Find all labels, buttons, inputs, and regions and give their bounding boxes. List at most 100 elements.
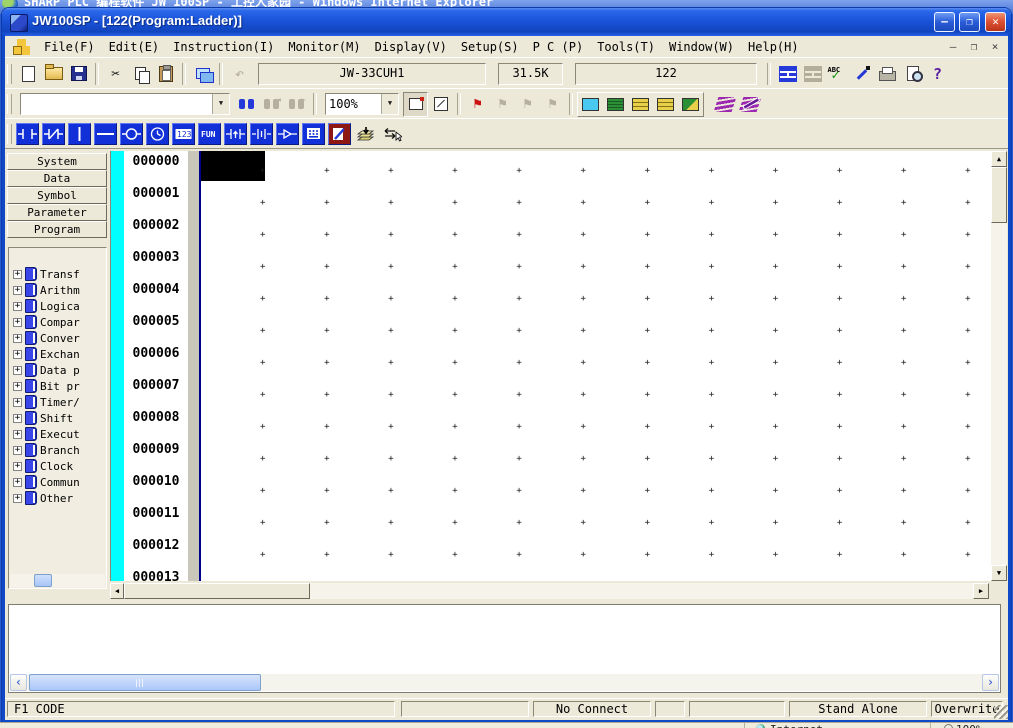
tree-item-transfer[interactable]: +Transf [13,266,107,282]
find-button[interactable] [234,92,259,117]
tree-expand-icon[interactable]: + [13,494,22,503]
layers-edit-button[interactable] [737,92,762,117]
double-edge-contact-button[interactable] [250,123,273,145]
tree-item-timer-counter[interactable]: +Timer/ [13,394,107,410]
option-tool-button[interactable] [850,61,875,86]
tree-expand-icon[interactable]: + [13,382,22,391]
menu-monitor[interactable]: Monitor(M) [281,38,367,56]
coil-button[interactable] [120,123,143,145]
new-button[interactable] [16,61,41,86]
scroll-right-button[interactable]: ▶ [973,583,989,599]
tree-expand-icon[interactable]: + [13,334,22,343]
tree-expand-icon[interactable]: + [13,414,22,423]
monitor-view3-button[interactable] [630,95,651,114]
tree-item-logical[interactable]: +Logica [13,298,107,314]
menu-file[interactable]: File(F) [37,38,102,56]
tree-horizontal-scrollbar[interactable] [10,574,105,587]
tree-item-exchange[interactable]: +Exchan [13,346,107,362]
sidebar-button-data[interactable]: Data [7,170,107,187]
print-button[interactable] [875,61,900,86]
output-horizontal-scrollbar[interactable]: ‹ › [10,674,999,691]
horizontal-scrollbar-thumb[interactable] [124,583,310,599]
menu-edit[interactable]: Edit(E) [102,38,167,56]
timer-button[interactable] [146,123,169,145]
tree-item-convert[interactable]: +Conver [13,330,107,346]
sidebar-button-parameter[interactable]: Parameter [7,204,107,221]
output-scroll-right-button[interactable]: › [982,674,999,691]
menu-tools[interactable]: Tools(T) [590,38,662,56]
tree-expand-icon[interactable]: + [13,302,22,311]
copy-button[interactable] [128,61,153,86]
set-bookmark-button[interactable]: ⚑ [465,92,490,117]
edit-cursor[interactable] [201,151,265,181]
paste-button[interactable] [153,61,178,86]
branch-arrow-button[interactable] [276,123,299,145]
close-button[interactable]: ✕ [985,12,1006,32]
tree-expand-icon[interactable]: + [13,270,22,279]
vertical-scrollbar-thumb[interactable] [991,167,1007,223]
zoom-combobox[interactable]: ▼ [325,93,399,115]
contact-closed-button[interactable] [42,123,65,145]
save-button[interactable] [66,61,91,86]
tree-item-data-process[interactable]: +Data p [13,362,107,378]
stack-download-button[interactable] [354,123,377,145]
tree-item-branch[interactable]: +Branch [13,442,107,458]
monitor-view5-button[interactable] [680,95,701,114]
search-combobox[interactable]: ▼ [20,93,230,115]
tree-item-communication[interactable]: +Commun [13,474,107,490]
fit-window-button[interactable] [403,92,428,117]
expand-view-button[interactable] [428,92,453,117]
tree-item-clock[interactable]: +Clock [13,458,107,474]
copy-window-button[interactable] [190,61,215,86]
scroll-down-button[interactable]: ▼ [991,565,1007,581]
scroll-left-button[interactable]: ◀ [110,583,124,599]
undo-button[interactable]: ↶ [227,61,252,86]
search-dropdown-button[interactable]: ▼ [212,94,229,114]
tree-item-arithmetic[interactable]: +Arithm [13,282,107,298]
tree-expand-icon[interactable]: + [13,398,22,407]
edit-mode-button[interactable] [328,123,351,145]
menu-instruction[interactable]: Instruction(I) [166,38,281,56]
zoom-dropdown-button[interactable]: ▼ [381,94,398,114]
tree-expand-icon[interactable]: + [13,446,22,455]
horizontal-line-button[interactable] [94,123,117,145]
maximize-button[interactable]: ❐ [959,12,980,32]
cut-button[interactable]: ✂ [103,61,128,86]
layers-button[interactable] [712,92,737,117]
resize-grip[interactable] [994,705,1008,719]
ladder-grid[interactable]: ++++++++++++++++++++++++++++++++++++++++… [201,151,991,581]
menu-help[interactable]: Help(H) [741,38,806,56]
menu-window[interactable]: Window(W) [662,38,741,56]
instruction-keypad-button[interactable] [302,123,325,145]
sidebar-button-program[interactable]: Program [7,221,107,238]
tree-item-shift[interactable]: +Shift [13,410,107,426]
contact-open-button[interactable] [16,123,39,145]
tree-expand-icon[interactable]: + [13,318,22,327]
tree-expand-icon[interactable]: + [13,478,22,487]
vertical-line-button[interactable] [68,123,91,145]
function-button[interactable]: FUN [198,123,221,145]
menu-pc[interactable]: P C (P) [526,38,591,56]
output-scrollbar-thumb[interactable] [29,674,261,691]
numeric-input-button[interactable]: 123 [172,123,195,145]
mdi-close-button[interactable]: × [986,39,1004,55]
menu-display[interactable]: Display(V) [368,38,454,56]
background-window-statusbar[interactable]: Internet 100% [0,722,1013,728]
tree-expand-icon[interactable]: + [13,462,22,471]
open-button[interactable] [41,61,66,86]
ladder-horizontal-scrollbar[interactable]: ◀ ▶ [110,583,989,599]
titlebar[interactable]: JW100SP - [122(Program:Ladder)] — ❐ ✕ [2,8,1011,36]
zoom-input[interactable] [326,94,381,114]
tree-item-other[interactable]: +Other [13,490,107,506]
print-preview-button[interactable] [900,61,925,86]
ladder-convert-button[interactable] [775,61,800,86]
mdi-restore-button[interactable]: ❐ [965,39,983,55]
search-input[interactable] [21,94,212,114]
output-scroll-left-button[interactable]: ‹ [10,674,27,691]
edge-contact-button[interactable] [224,123,247,145]
monitor-view4-button[interactable] [655,95,676,114]
tree-item-bit-process[interactable]: +Bit pr [13,378,107,394]
monitor-view1-button[interactable] [580,95,601,114]
tree-expand-icon[interactable]: + [13,286,22,295]
minimize-button[interactable]: — [934,12,955,32]
